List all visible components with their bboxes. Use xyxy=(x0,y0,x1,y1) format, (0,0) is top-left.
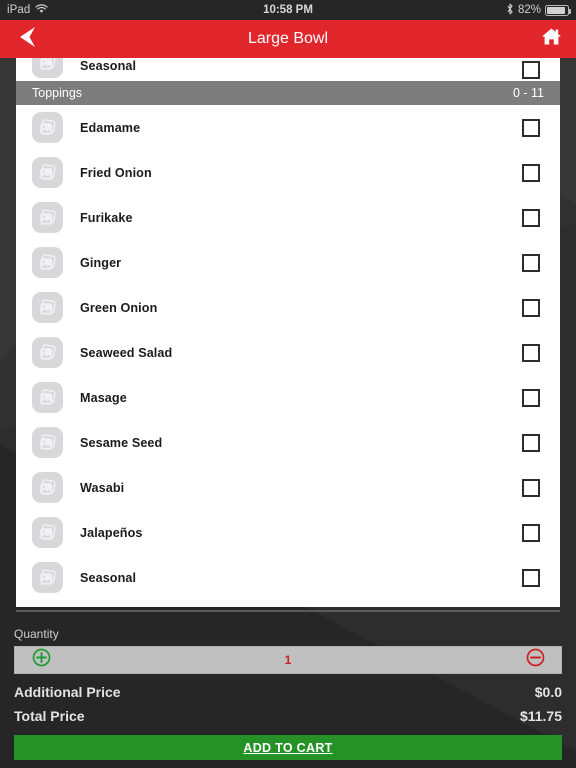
wifi-icon xyxy=(35,3,48,17)
list-item[interactable]: Seaweed Salad xyxy=(16,330,560,375)
list-item[interactable]: Sesame Seed xyxy=(16,420,560,465)
total-price-label: Total Price xyxy=(14,708,85,724)
footer-divider xyxy=(16,610,560,612)
image-placeholder-icon xyxy=(32,472,63,503)
list-item[interactable]: Jalapeños xyxy=(16,510,560,555)
list-item-checkbox[interactable] xyxy=(522,163,540,182)
list-item-label: Ginger xyxy=(80,255,122,270)
image-placeholder-icon xyxy=(32,247,63,278)
list-item-label: Green Onion xyxy=(80,300,158,315)
image-placeholder-icon xyxy=(32,292,63,323)
list-item-label: Jalapeños xyxy=(80,525,143,540)
list-item[interactable]: Seasonal xyxy=(16,555,560,600)
additional-price-value: $0.0 xyxy=(534,684,562,700)
list-item-label: Masage xyxy=(80,390,127,405)
plus-circle-icon xyxy=(32,648,51,672)
back-button[interactable] xyxy=(0,20,54,58)
nav-bar: Large Bowl xyxy=(0,20,576,58)
list-item[interactable]: Fried Onion xyxy=(16,150,560,195)
image-placeholder-icon xyxy=(32,157,63,188)
image-placeholder-icon xyxy=(32,517,63,548)
minus-circle-icon xyxy=(526,648,545,672)
list-item-checkbox[interactable] xyxy=(522,478,540,497)
image-placeholder-icon xyxy=(32,562,63,593)
list-item[interactable]: Seasonal xyxy=(16,58,560,81)
list-item-label: Seaweed Salad xyxy=(80,345,173,360)
list-item-checkbox[interactable] xyxy=(522,118,540,137)
total-price-value: $11.75 xyxy=(519,708,562,724)
status-bar-right: 82% xyxy=(506,3,571,18)
list-item-checkbox[interactable] xyxy=(522,61,540,79)
page-title: Large Bowl xyxy=(247,30,329,47)
status-bar: iPad 10:58 PM 82% xyxy=(0,0,576,20)
status-bar-time: 10:58 PM xyxy=(263,4,313,16)
list-item[interactable]: Wasabi xyxy=(16,465,560,510)
image-placeholder-icon xyxy=(32,337,63,368)
battery-percent: 82% xyxy=(517,4,541,16)
list-item[interactable]: Ginger xyxy=(16,240,560,285)
list-item-checkbox[interactable] xyxy=(522,433,540,452)
battery-icon xyxy=(545,4,571,16)
decrement-button[interactable] xyxy=(509,648,561,672)
list-item-label: Fried Onion xyxy=(80,165,152,180)
app-root: iPad 10:58 PM 82% Large Bowl Seasonal To… xyxy=(0,0,576,768)
add-to-cart-label: ADD TO CART xyxy=(243,740,333,755)
list-item-checkbox[interactable] xyxy=(522,523,540,542)
section-header-toppings: Toppings 0 - 11 xyxy=(16,81,560,105)
list-item-checkbox[interactable] xyxy=(522,388,540,407)
image-placeholder-icon xyxy=(32,202,63,233)
status-bar-left: iPad xyxy=(7,3,48,17)
section-title: Toppings xyxy=(32,86,83,100)
increment-button[interactable] xyxy=(15,648,67,672)
list-item[interactable]: Masage xyxy=(16,375,560,420)
add-to-cart-button[interactable]: ADD TO CART xyxy=(14,735,562,760)
list-item-checkbox[interactable] xyxy=(522,568,540,587)
image-placeholder-icon xyxy=(32,427,63,458)
options-list-panel[interactable]: Seasonal Toppings 0 - 11 Edamame Fried On… xyxy=(16,58,560,607)
additional-price-label: Additional Price xyxy=(14,684,121,700)
list-item-label: Sesame Seed xyxy=(80,435,163,450)
total-price-row: Total Price $11.75 xyxy=(14,708,562,724)
section-count: 0 - 11 xyxy=(512,86,544,100)
quantity-stepper[interactable]: 1 xyxy=(14,646,562,674)
list-item-label: Wasabi xyxy=(80,480,125,495)
list-item[interactable]: Furikake xyxy=(16,195,560,240)
quantity-label: Quantity xyxy=(14,627,59,641)
image-placeholder-icon xyxy=(32,58,63,78)
list-item-label: Seasonal xyxy=(80,59,137,73)
additional-price-row: Additional Price $0.0 xyxy=(14,684,562,700)
device-name: iPad xyxy=(7,4,31,16)
list-item-label: Edamame xyxy=(80,120,141,135)
options-rows: Edamame Fried Onion Furikake Ginger Green On… xyxy=(16,105,560,600)
list-item-checkbox[interactable] xyxy=(522,253,540,272)
image-placeholder-icon xyxy=(32,112,63,143)
home-button[interactable] xyxy=(526,20,576,58)
home-icon xyxy=(541,27,562,51)
bluetooth-icon xyxy=(506,3,514,18)
list-item-checkbox[interactable] xyxy=(522,208,540,227)
list-item-checkbox[interactable] xyxy=(522,343,540,362)
back-arrow-icon xyxy=(17,26,38,53)
list-item-label: Seasonal xyxy=(80,570,137,585)
list-item[interactable]: Green Onion xyxy=(16,285,560,330)
image-placeholder-icon xyxy=(32,382,63,413)
list-item[interactable]: Edamame xyxy=(16,105,560,150)
list-item-checkbox[interactable] xyxy=(522,298,540,317)
quantity-value: 1 xyxy=(284,653,292,667)
list-item-label: Furikake xyxy=(80,210,133,225)
